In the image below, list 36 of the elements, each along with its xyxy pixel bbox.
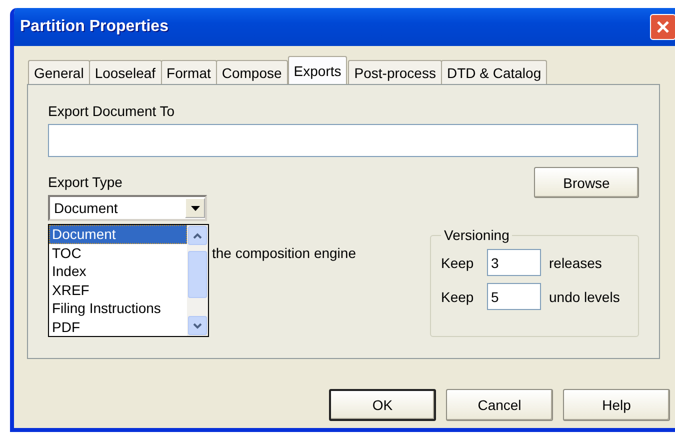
tab[interactable]: Post-process — [348, 60, 442, 84]
dialog-button[interactable]: Cancel — [446, 389, 553, 421]
group-title: Versioning — [443, 227, 510, 243]
tab[interactable]: Looseleaf — [88, 60, 162, 84]
list-item[interactable]: XREF — [49, 280, 187, 299]
dropdown[interactable]: Document — [48, 195, 207, 221]
list-item[interactable]: PDF — [49, 318, 187, 336]
field-label: undo levels — [549, 288, 620, 304]
list-item[interactable]: TOC — [49, 244, 187, 262]
scrollbar[interactable] — [187, 225, 208, 336]
browse-button[interactable]: Browse — [534, 167, 639, 198]
tab[interactable]: General — [28, 60, 90, 84]
list-item[interactable]: Index — [49, 262, 187, 280]
dialog-button[interactable]: OK — [329, 389, 436, 421]
option-label: the composition engine — [212, 245, 356, 261]
window-title: Partition Properties — [20, 18, 168, 36]
field-label: releases — [549, 254, 602, 270]
field-label: Keep — [441, 254, 475, 270]
list-item[interactable]: Filing Instructions — [49, 299, 187, 318]
field-label: Export Type — [48, 174, 122, 190]
input-field[interactable]: 5 — [487, 283, 541, 310]
scroll-down-icon[interactable] — [188, 316, 207, 335]
dialog-button[interactable]: Help — [563, 389, 670, 421]
close-icon — [655, 19, 671, 35]
tab[interactable]: Format — [160, 60, 217, 84]
close-button[interactable] — [650, 14, 675, 40]
scroll-thumb[interactable] — [188, 251, 207, 298]
input-field[interactable] — [48, 124, 638, 157]
input-field[interactable]: 3 — [487, 249, 541, 276]
tab[interactable]: Compose — [216, 60, 288, 84]
field-label: Keep — [441, 288, 475, 304]
tab[interactable]: Exports — [288, 56, 348, 84]
list-item[interactable]: Document — [49, 225, 187, 244]
scroll-up-icon[interactable] — [188, 226, 207, 245]
tab[interactable]: DTD & Catalog — [440, 60, 548, 84]
field-label: Export Document To — [48, 103, 176, 119]
